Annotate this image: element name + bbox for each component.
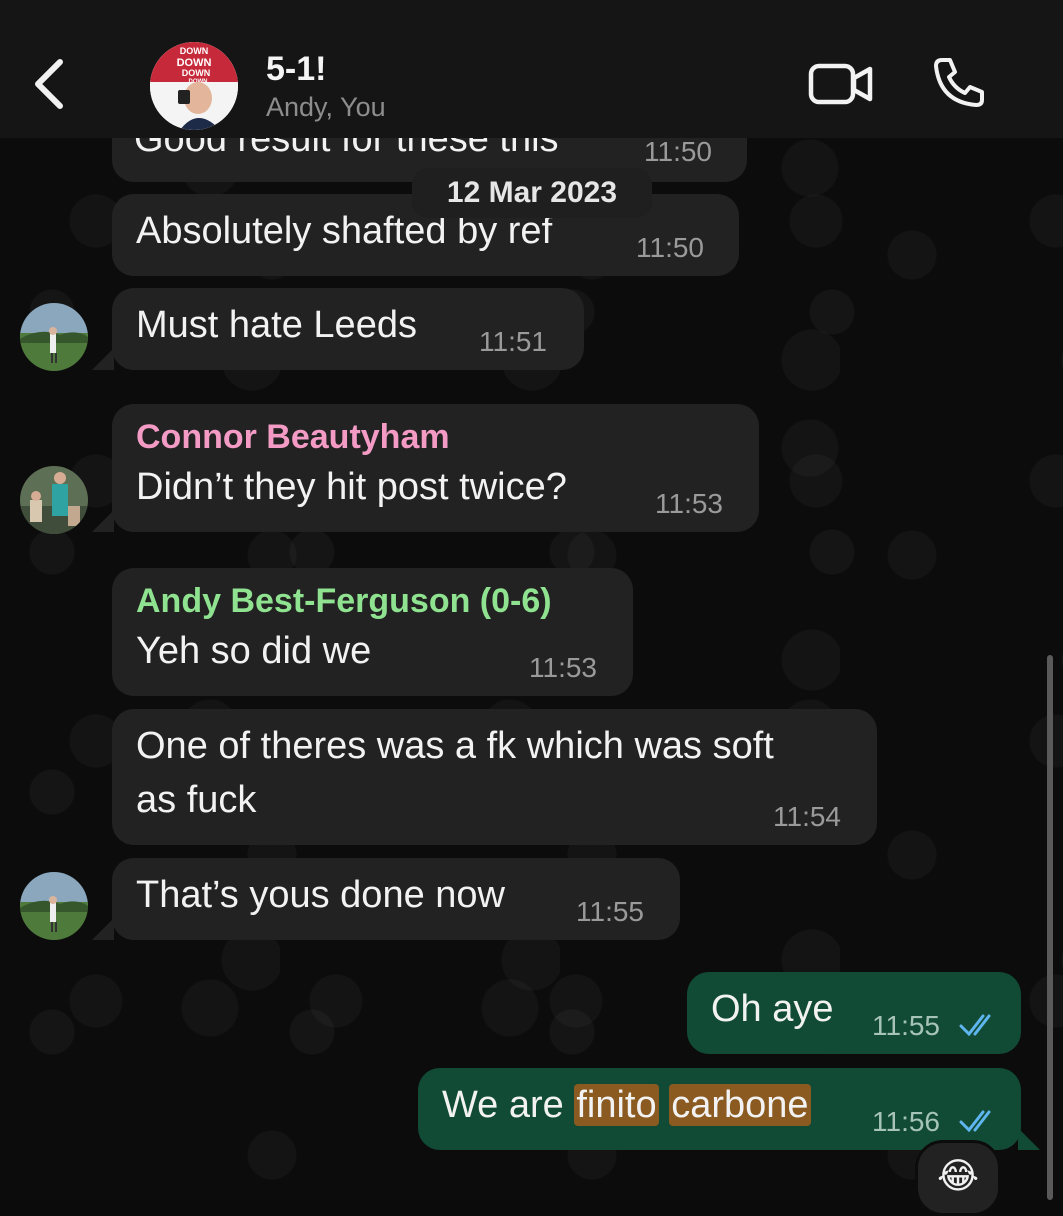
member-avatar[interactable] xyxy=(20,466,88,534)
bubble-tail xyxy=(92,510,114,532)
message-time: 11:50 xyxy=(644,136,712,167)
message-bubble-outgoing[interactable]: We are finito carbone 11:56 xyxy=(418,1068,1021,1150)
message-text: We are finito carbone xyxy=(442,1084,811,1127)
chevron-left-icon xyxy=(35,59,63,109)
message-bubble[interactable]: One of theres was a fk which was soft as… xyxy=(112,709,877,845)
message-time: 11:54 xyxy=(773,801,841,832)
message-time: 11:55 xyxy=(872,1010,940,1041)
message-text-plain: We are xyxy=(442,1084,575,1126)
scrollbar[interactable] xyxy=(1047,655,1053,1200)
reaction-emoji[interactable]: 😂 xyxy=(915,1140,1001,1216)
message-text: as fuck xyxy=(136,779,257,821)
message-time: 11:56 xyxy=(872,1106,940,1137)
message-text: Oh aye xyxy=(711,988,834,1030)
read-receipt-icon xyxy=(959,1110,991,1133)
bubble-tail xyxy=(92,918,114,940)
member-photo xyxy=(20,303,88,371)
date-separator: 12 Mar 2023 xyxy=(412,168,652,218)
member-photo xyxy=(20,466,88,534)
message-highlight[interactable]: carbone xyxy=(669,1084,811,1126)
back-button[interactable] xyxy=(30,58,70,110)
chat-participants[interactable]: Andy, You xyxy=(266,92,386,123)
message-time: 11:55 xyxy=(576,896,644,927)
svg-text:DOWN: DOWN xyxy=(180,46,209,56)
message-time: 11:51 xyxy=(479,326,547,357)
message-bubble[interactable]: Connor Beautyham Didn’t they hit post tw… xyxy=(112,404,759,532)
message-text: One of theres was a fk which was soft xyxy=(136,725,774,767)
message-time: 11:53 xyxy=(529,652,597,683)
sender-name[interactable]: Connor Beautyham xyxy=(136,418,450,457)
chat-title[interactable]: 5-1! xyxy=(266,50,326,89)
member-photo xyxy=(20,872,88,940)
message-text: Didn’t they hit post twice? xyxy=(136,466,567,508)
message-text: Must hate Leeds xyxy=(136,304,417,346)
message-bubble[interactable]: Andy Best-Ferguson (0-6) Yeh so did we 1… xyxy=(112,568,633,696)
sender-name[interactable]: Andy Best-Ferguson (0-6) xyxy=(136,582,552,621)
bubble-tail xyxy=(92,348,114,370)
read-receipt-icon xyxy=(959,1014,991,1037)
member-avatar[interactable] xyxy=(20,303,88,371)
message-bubble[interactable]: Must hate Leeds 11:51 xyxy=(112,288,584,370)
message-time: 11:53 xyxy=(655,488,723,519)
video-camera-icon xyxy=(808,63,873,105)
video-call-button[interactable] xyxy=(808,62,874,106)
svg-text:DOWN: DOWN xyxy=(182,68,211,78)
message-bubble-outgoing[interactable]: Oh aye 11:55 xyxy=(687,972,1021,1054)
message-text: Yeh so did we xyxy=(136,630,372,672)
group-photo: DOWN DOWN DOWN DOWN xyxy=(150,42,238,130)
message-bubble[interactable]: That’s yous done now 11:55 xyxy=(112,858,680,940)
phone-icon xyxy=(934,58,984,107)
message-highlight[interactable]: finito xyxy=(574,1084,659,1126)
message-text: That’s yous done now xyxy=(136,874,505,916)
message-time: 11:50 xyxy=(636,232,704,263)
member-avatar[interactable] xyxy=(20,872,88,940)
group-avatar[interactable]: DOWN DOWN DOWN DOWN xyxy=(150,42,238,130)
chat-header: DOWN DOWN DOWN DOWN 5-1! Andy, You xyxy=(0,0,1063,138)
voice-call-button[interactable] xyxy=(930,56,988,108)
bubble-tail xyxy=(1018,1128,1040,1150)
